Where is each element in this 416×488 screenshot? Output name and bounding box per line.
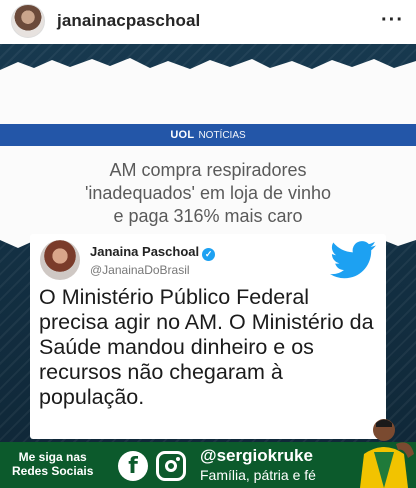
username[interactable]: janainacpaschoal [57,11,200,31]
tweet-card: Janaina Paschoal ✓ @JanainaDoBrasil O Min… [30,234,386,439]
person-photo-icon [360,419,414,488]
news-headline: AM compra respiradores 'inadequados' em … [40,159,376,228]
promo-footer: Me siga nas Redes Sociais f @sergiokruke… [0,419,416,488]
follow-line-1: Me siga nas [18,450,87,464]
twitter-bird-icon [330,241,376,279]
post-header: janainacpaschoal ··· [0,0,416,44]
tweet-author-name: Janaina Paschoal ✓ [90,244,216,261]
follow-line-2: Redes Sociais [12,464,94,478]
tweet-author-avatar [40,240,80,280]
headline-line: e paga 316% mais caro [113,206,303,226]
uol-news-banner: UOL NOTÍCIAS [0,124,416,146]
facebook-icon: f [118,451,148,481]
news-section-label: NOTÍCIAS [198,129,246,141]
headline-line: AM compra respiradores [109,160,307,180]
promo-handle: @sergiokruke [200,446,313,465]
tweet-author-handle: @JanainaDoBrasil [90,263,190,277]
promo-tagline: Família, pátria e fé [200,467,316,483]
tweet-text: O Ministério Público Federal precisa agi… [39,285,374,409]
verified-badge-icon: ✓ [202,248,216,261]
more-options-icon[interactable]: ··· [381,9,404,32]
instagram-icon [156,451,186,481]
follow-callout: Me siga nas Redes Sociais [12,450,93,478]
uol-logo: UOL [170,129,195,141]
tweet-author-name-text: Janaina Paschoal [90,244,200,259]
headline-line: 'inadequados' em loja de vinho [84,183,332,203]
profile-avatar-icon[interactable] [11,4,45,38]
